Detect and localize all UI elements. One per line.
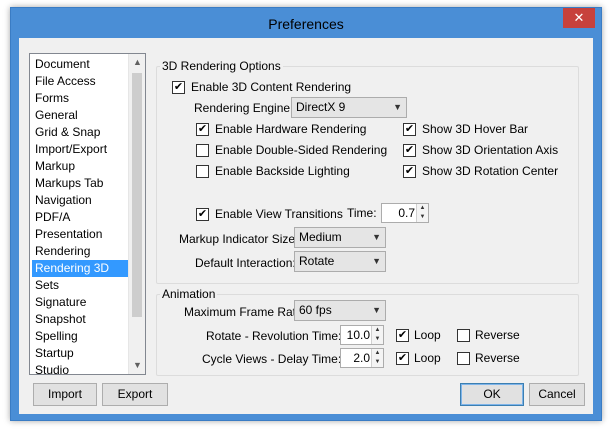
category-item[interactable]: Sets	[32, 277, 128, 294]
default-interaction-value: Rotate	[299, 254, 335, 268]
chevron-down-icon: ▼	[393, 102, 402, 112]
category-item[interactable]: Markups Tab	[32, 175, 128, 192]
rendering-engine-value: DirectX 9	[296, 100, 346, 114]
category-item[interactable]: Snapshot	[32, 311, 128, 328]
rotate-loop-label: Loop	[414, 328, 441, 342]
hover-bar-label: Show 3D Hover Bar	[422, 122, 529, 136]
rotate-reverse-checkbox[interactable]	[457, 329, 470, 342]
hardware-rendering-label: Enable Hardware Rendering	[215, 122, 367, 136]
category-item[interactable]: Studio	[32, 362, 128, 379]
animation-title: Animation	[160, 287, 218, 301]
rendering-engine-select[interactable]: DirectX 9 ▼	[291, 97, 407, 118]
view-transitions-label: Enable View Transitions	[215, 207, 343, 221]
stepper-down-icon[interactable]: ▼	[372, 358, 383, 367]
enable-3d-checkbox[interactable]: ✔	[172, 81, 185, 94]
category-items: Document File Access Forms General Grid & Sn…	[32, 56, 128, 379]
stepper-down-icon[interactable]: ▼	[372, 335, 383, 344]
category-scrollbar[interactable]: ▲ ▼	[128, 54, 145, 374]
window-title: Preferences	[268, 16, 344, 32]
orientation-axis-checkbox[interactable]: ✔	[403, 144, 416, 157]
category-item[interactable]: Grid & Snap	[32, 124, 128, 141]
max-frame-rate-value: 60 fps	[299, 303, 332, 317]
category-item[interactable]: Signature	[32, 294, 128, 311]
view-transitions-checkbox[interactable]: ✔	[196, 208, 209, 221]
cancel-button[interactable]: Cancel	[529, 383, 585, 406]
chevron-down-icon: ▼	[372, 232, 381, 242]
orientation-axis-label: Show 3D Orientation Axis	[422, 143, 559, 157]
chevron-down-icon: ▼	[372, 305, 381, 315]
default-interaction-select[interactable]: Rotate ▼	[294, 251, 386, 272]
cycle-reverse-checkbox[interactable]	[457, 352, 470, 365]
preferences-window: Preferences ✕ Document File Access Forms Ge…	[10, 7, 602, 421]
stepper-up-icon[interactable]: ▲	[372, 326, 383, 335]
cycle-delay-value: 2.0	[353, 351, 370, 365]
category-list[interactable]: Document File Access Forms General Grid & Sn…	[29, 53, 146, 377]
scroll-thumb[interactable]	[132, 73, 142, 317]
import-button[interactable]: Import	[33, 383, 97, 406]
double-sided-checkbox[interactable]	[196, 144, 209, 157]
category-item[interactable]: Markup	[32, 158, 128, 175]
cycle-delay-label: Cycle Views - Delay Time:	[202, 352, 342, 366]
double-sided-label: Enable Double-Sided Rendering	[215, 143, 388, 157]
enable-3d-label: Enable 3D Content Rendering	[191, 80, 352, 94]
category-item[interactable]: File Access	[32, 73, 128, 90]
time-stepper[interactable]: 0.7 ▲ ▼	[381, 203, 429, 223]
category-item[interactable]: Rendering	[32, 243, 128, 260]
markup-indicator-value: Medium	[299, 230, 342, 244]
rendering-engine-label: Rendering Engine:	[194, 101, 294, 115]
time-value: 0.7	[398, 206, 415, 220]
time-stepper-buttons: ▲ ▼	[416, 204, 428, 222]
rotation-center-label: Show 3D Rotation Center	[422, 164, 559, 178]
category-item[interactable]: Import/Export	[32, 141, 128, 158]
scroll-up-arrow-icon[interactable]: ▲	[129, 54, 146, 71]
export-button[interactable]: Export	[102, 383, 168, 406]
cycle-loop-label: Loop	[414, 351, 441, 365]
stepper-up-icon[interactable]: ▲	[372, 349, 383, 358]
time-label: Time:	[347, 206, 377, 220]
category-item[interactable]: Presentation	[32, 226, 128, 243]
cycle-loop-checkbox[interactable]: ✔	[396, 352, 409, 365]
markup-indicator-select[interactable]: Medium ▼	[294, 227, 386, 248]
hover-bar-checkbox[interactable]: ✔	[403, 123, 416, 136]
category-item[interactable]: Forms	[32, 90, 128, 107]
revolution-time-label: Rotate - Revolution Time:	[206, 329, 342, 343]
cycle-reverse-label: Reverse	[475, 351, 520, 365]
rotate-reverse-label: Reverse	[475, 328, 520, 342]
chevron-down-icon: ▼	[372, 256, 381, 266]
max-frame-rate-select[interactable]: 60 fps ▼	[294, 300, 386, 321]
title-bar[interactable]: Preferences ✕	[11, 8, 601, 38]
revolution-time-stepper-buttons: ▲ ▼	[371, 326, 383, 344]
cycle-delay-stepper-buttons: ▲ ▼	[371, 349, 383, 367]
dialog-body: Document File Access Forms General Grid & Sn…	[19, 38, 593, 414]
backside-lighting-label: Enable Backside Lighting	[215, 164, 350, 178]
category-item[interactable]: General	[32, 107, 128, 124]
max-frame-rate-label: Maximum Frame Rate:	[184, 305, 307, 319]
category-item[interactable]: Navigation	[32, 192, 128, 209]
scroll-down-arrow-icon[interactable]: ▼	[129, 357, 146, 374]
close-button[interactable]: ✕	[563, 8, 595, 28]
rendering-options-title: 3D Rendering Options	[160, 59, 283, 73]
hardware-rendering-checkbox[interactable]: ✔	[196, 123, 209, 136]
rotation-center-checkbox[interactable]: ✔	[403, 165, 416, 178]
default-interaction-label: Default Interaction:	[195, 256, 296, 270]
category-item[interactable]: PDF/A	[32, 209, 128, 226]
revolution-time-value: 10.0	[346, 328, 370, 342]
stepper-up-icon[interactable]: ▲	[417, 204, 428, 213]
revolution-time-stepper[interactable]: 10.0 ▲ ▼	[340, 325, 384, 345]
rotate-loop-checkbox[interactable]: ✔	[396, 329, 409, 342]
backside-lighting-checkbox[interactable]	[196, 165, 209, 178]
category-item[interactable]: Startup	[32, 345, 128, 362]
category-item[interactable]: Document	[32, 56, 128, 73]
category-item[interactable]: Spelling	[32, 328, 128, 345]
category-item[interactable]: Rendering 3D	[32, 260, 128, 277]
cycle-delay-stepper[interactable]: 2.0 ▲ ▼	[340, 348, 384, 368]
markup-indicator-label: Markup Indicator Size:	[179, 232, 299, 246]
stepper-down-icon[interactable]: ▼	[417, 213, 428, 222]
ok-button[interactable]: OK	[460, 383, 524, 406]
